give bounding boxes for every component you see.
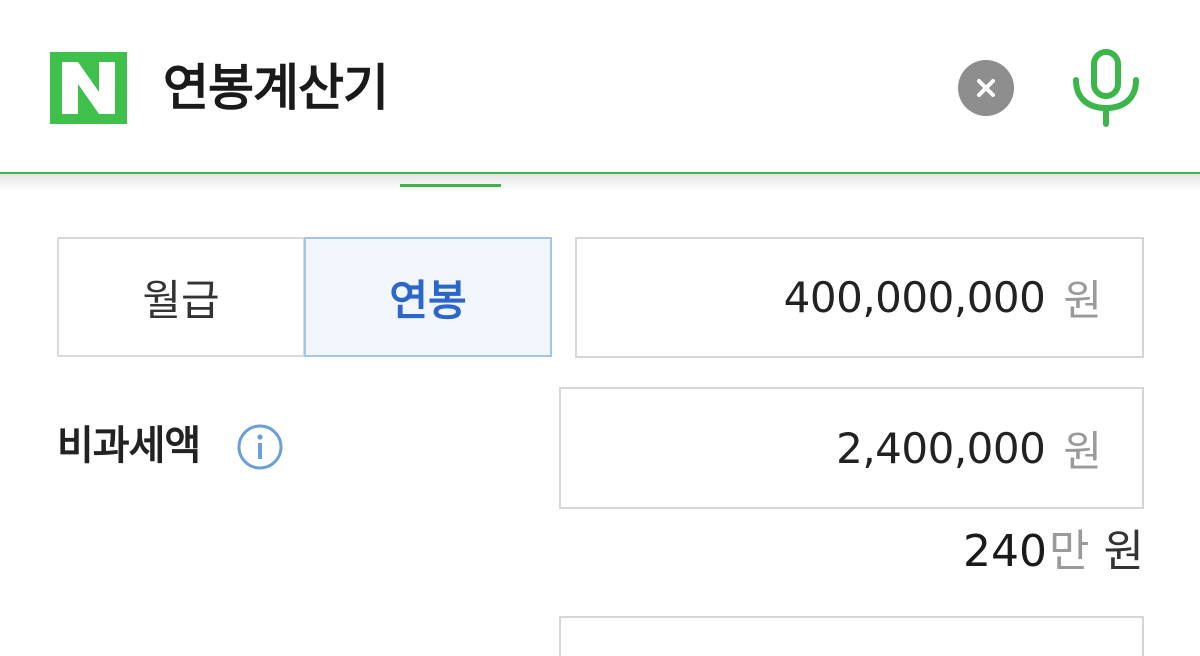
salary-unit: 원 — [1063, 276, 1102, 325]
nontaxable-value: 2,400,000 — [836, 423, 1046, 473]
nontaxable-hint: 240만 원 — [963, 524, 1144, 580]
search-header: 연봉계산기 — [0, 0, 1200, 175]
header-divider — [0, 172, 1200, 174]
annual-salary-button[interactable]: 연봉 — [304, 237, 552, 357]
clear-icon — [977, 79, 995, 97]
salary-input[interactable]: 400,000,000 원 — [575, 237, 1144, 358]
search-query[interactable]: 연봉계산기 — [163, 58, 389, 118]
clear-button[interactable] — [958, 60, 1014, 116]
hint-man-unit: 만 — [1049, 526, 1090, 577]
nontaxable-input[interactable]: 2,400,000 원 — [559, 387, 1144, 509]
nontaxable-unit: 원 — [1063, 426, 1102, 476]
hint-won-unit: 원 — [1103, 526, 1144, 577]
salary-value: 400,000,000 — [783, 273, 1046, 322]
naver-logo-icon[interactable] — [50, 52, 127, 124]
header-shadow — [0, 174, 1200, 192]
tab-indicator — [400, 184, 501, 187]
info-icon[interactable] — [236, 423, 284, 471]
next-input-field[interactable] — [559, 616, 1144, 656]
monthly-salary-button[interactable]: 월급 — [57, 237, 305, 357]
microphone-icon[interactable] — [1068, 46, 1144, 130]
nontaxable-label: 비과세액 — [57, 423, 201, 469]
salary-type-toggle: 월급 연봉 — [57, 237, 552, 357]
hint-number: 240 — [963, 526, 1048, 577]
